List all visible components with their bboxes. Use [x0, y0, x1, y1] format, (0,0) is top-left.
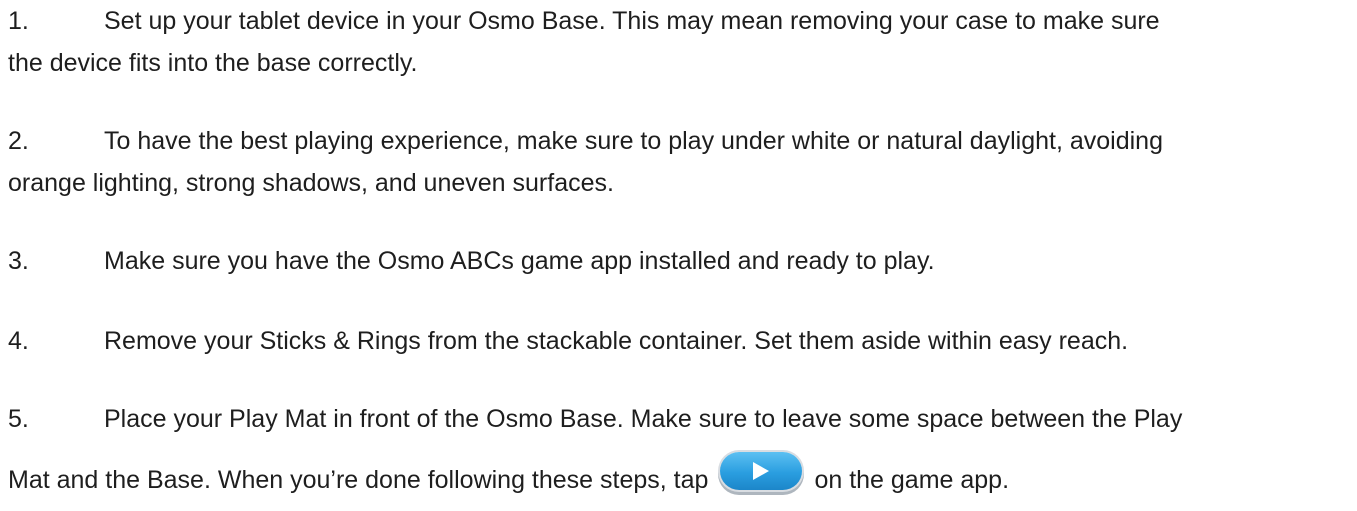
step-number: 5. [8, 405, 29, 433]
step-text: Place your Play Mat in front of the Osmo… [104, 405, 1183, 433]
step-line: 2. To have the best playing experience, m… [8, 120, 1352, 162]
step-number: 3. [8, 247, 29, 275]
step-item: 1. Set up your tablet device in your Osmo… [8, 0, 1352, 84]
step-number: 2. [8, 127, 29, 155]
step-number: 1. [8, 7, 29, 35]
step-item: 4. Remove your Sticks & Rings from the st… [8, 320, 1352, 362]
step-item: 5. Place your Play Mat in front of the Os… [8, 389, 1352, 511]
step-line: 3. Make sure you have the Osmo ABCs game … [8, 240, 1352, 282]
step-item: 3. Make sure you have the Osmo ABCs game … [8, 240, 1352, 282]
step-line: 4. Remove your Sticks & Rings from the st… [8, 320, 1352, 362]
step-text-continued: the device fits into the base correctly. [8, 49, 418, 77]
step-text: Remove your Sticks & Rings from the stac… [104, 327, 1129, 355]
step-text-before-icon: Mat and the Base. When you’re done follo… [8, 466, 709, 494]
step-text: To have the best playing experience, mak… [104, 127, 1163, 155]
step-text-continued: orange lighting, strong shadows, and une… [8, 169, 614, 197]
step-text: Make sure you have the Osmo ABCs game ap… [104, 247, 935, 275]
play-triangle-icon [753, 462, 770, 480]
step-text: Set up your tablet device in your Osmo B… [104, 7, 1160, 35]
step-text-after-icon: on the game app. [814, 466, 1010, 494]
step-item: 2. To have the best playing experience, m… [8, 120, 1352, 204]
step-line: 5. Place your Play Mat in front of the Os… [8, 389, 1352, 450]
step-number: 4. [8, 327, 29, 355]
play-button-icon [720, 452, 803, 490]
step-line: 1. Set up your tablet device in your Osmo… [8, 0, 1352, 42]
step-text-continued: Mat and the Base. When you’re done follo… [8, 450, 1352, 511]
